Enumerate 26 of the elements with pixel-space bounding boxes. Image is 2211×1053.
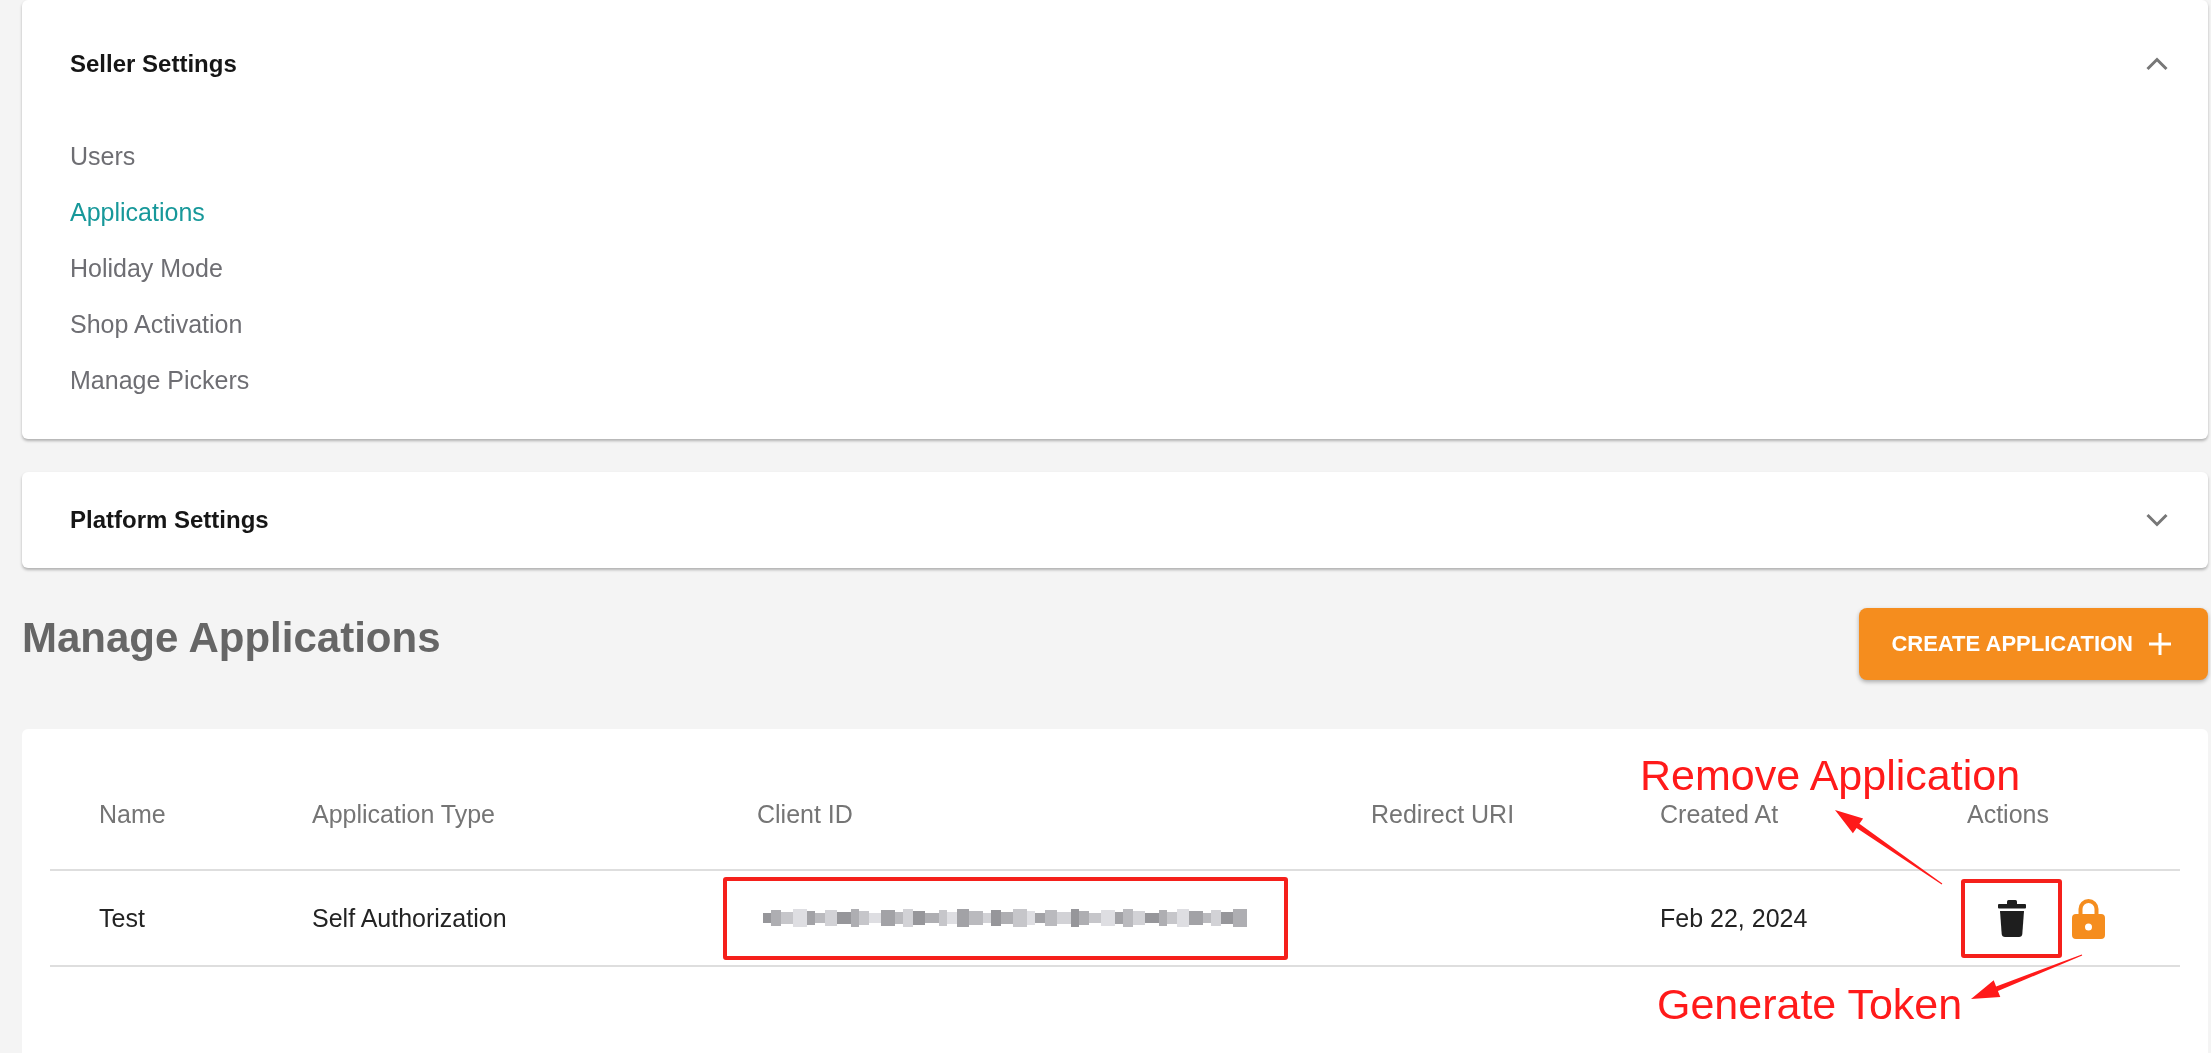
menu-link[interactable]: Holiday Mode <box>70 240 223 296</box>
panel-title[interactable]: Platform Settings <box>70 508 269 532</box>
column-header: Client ID <box>757 801 853 827</box>
column-header: Created At <box>1660 801 1779 827</box>
column-header: Actions <box>1967 801 2049 827</box>
trash-icon <box>1997 899 2026 937</box>
panel-title[interactable]: Seller Settings <box>70 52 237 76</box>
lock-button[interactable] <box>2072 897 2105 939</box>
annotation-label: Generate Token <box>1657 983 1963 1026</box>
menu-link[interactable]: Applications <box>70 184 205 240</box>
page-title: Manage Applications <box>22 617 441 659</box>
table-cell: Self Authorization <box>312 905 507 931</box>
column-header: Name <box>99 801 166 827</box>
annotation-label: Remove Application <box>1640 754 2021 797</box>
chevron-down-icon[interactable] <box>2146 513 2168 527</box>
lock-icon <box>2072 897 2105 939</box>
column-header: Application Type <box>312 801 495 827</box>
menu-link[interactable]: Users <box>70 128 136 184</box>
menu-link[interactable]: Manage Pickers <box>70 352 250 408</box>
table-cell: Test <box>99 905 145 931</box>
delete-button[interactable] <box>1997 899 2026 937</box>
menu-link[interactable]: Shop Activation <box>70 296 243 352</box>
chevron-up-icon[interactable] <box>2146 57 2168 71</box>
plus-icon <box>2149 633 2171 655</box>
column-header: Redirect URI <box>1371 801 1515 827</box>
table-cell: Feb 22, 2024 <box>1660 905 1808 931</box>
